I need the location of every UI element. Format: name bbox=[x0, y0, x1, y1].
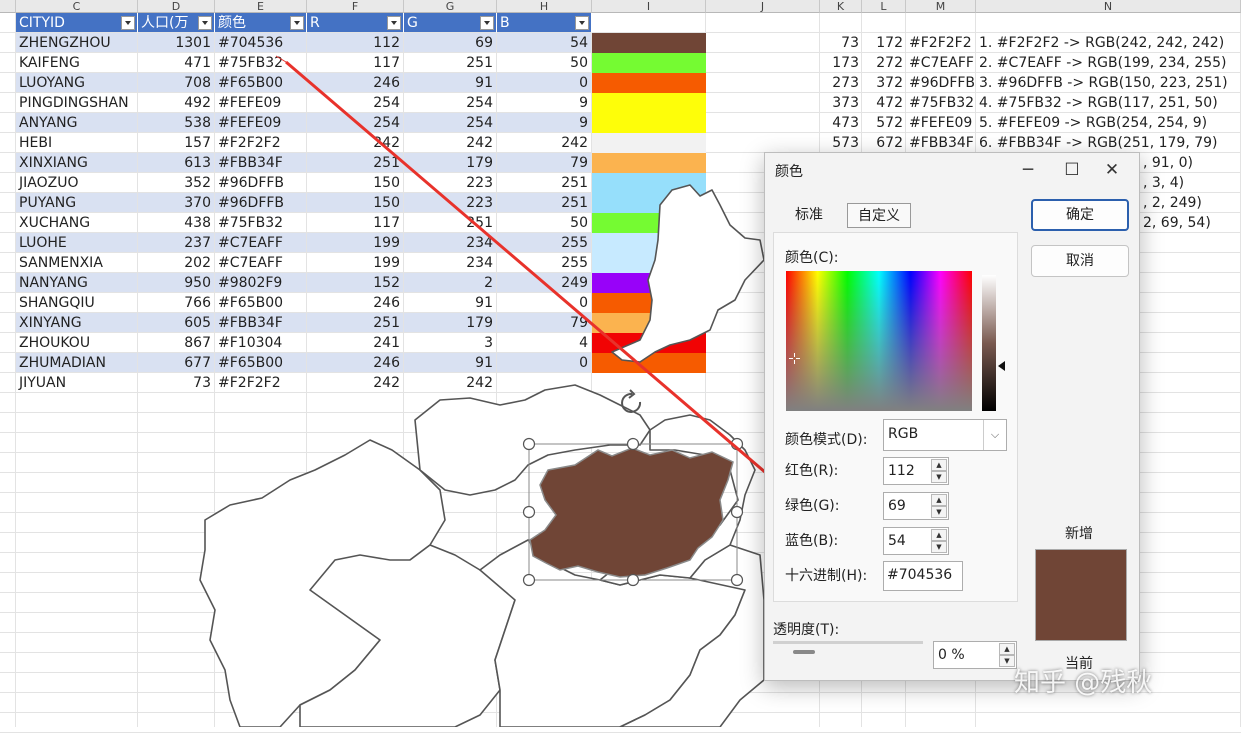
new-color-swatch bbox=[1035, 549, 1127, 641]
blue-spinner[interactable]: 54 ▲ ▼ bbox=[883, 527, 949, 555]
tab-custom[interactable]: 自定义 bbox=[847, 203, 911, 228]
spin-down-icon[interactable]: ▼ bbox=[931, 471, 947, 483]
spin-up-icon[interactable]: ▲ bbox=[999, 643, 1015, 655]
mode-value: RGB bbox=[888, 426, 919, 442]
mode-select[interactable]: RGB ⌵ bbox=[883, 419, 1007, 451]
close-icon[interactable]: ✕ bbox=[1089, 153, 1135, 187]
dialog-title: 颜色 bbox=[775, 164, 803, 180]
map-region-north-strip bbox=[611, 184, 765, 363]
blue-label: 蓝色(B): bbox=[785, 533, 839, 549]
minimize-icon[interactable]: ─ bbox=[1005, 153, 1051, 187]
red-spinner[interactable]: 112 ▲ ▼ bbox=[883, 457, 949, 485]
transparency-slider-thumb[interactable] bbox=[793, 650, 815, 654]
color-spectrum[interactable] bbox=[786, 271, 972, 411]
chevron-down-icon: ⌵ bbox=[983, 420, 1006, 450]
color-label: 颜色(C): bbox=[785, 250, 839, 266]
resize-handle bbox=[522, 437, 536, 451]
spin-up-icon[interactable]: ▲ bbox=[931, 494, 947, 506]
blue-value: 54 bbox=[888, 533, 906, 549]
hex-label: 十六进制(H): bbox=[785, 568, 868, 584]
resize-handle bbox=[522, 573, 536, 587]
custom-panel: 颜色(C): 颜色模式(D): RGB ⌵ 红色(R): 112 ▲ ▼ 绿色(… bbox=[773, 232, 1018, 602]
cancel-button[interactable]: 取消 bbox=[1031, 245, 1129, 277]
spectrum-crosshair-icon bbox=[789, 353, 800, 364]
red-label: 红色(R): bbox=[785, 463, 839, 479]
resize-handle bbox=[522, 505, 536, 519]
spin-down-icon[interactable]: ▼ bbox=[931, 541, 947, 553]
resize-handle bbox=[626, 573, 640, 587]
green-label: 绿色(G): bbox=[785, 498, 840, 514]
red-value: 112 bbox=[888, 463, 915, 479]
new-color-label: 新增 bbox=[1065, 526, 1093, 542]
spin-down-icon[interactable]: ▼ bbox=[931, 506, 947, 518]
resize-handle bbox=[626, 437, 640, 451]
hex-input[interactable]: #704536 bbox=[883, 561, 963, 591]
tab-standard[interactable]: 标准 bbox=[773, 203, 845, 228]
transparency-label: 透明度(T): bbox=[773, 622, 840, 638]
hex-value: #704536 bbox=[887, 567, 953, 583]
luminance-pointer-icon[interactable] bbox=[998, 361, 1005, 371]
resize-handle bbox=[730, 505, 744, 519]
thin-arrow-line bbox=[275, 55, 287, 63]
transparency-spinner[interactable]: 0 % ▲ ▼ bbox=[933, 641, 1017, 669]
resize-handle bbox=[730, 573, 744, 587]
rotate-handle-icon bbox=[621, 389, 642, 413]
color-dialog: 颜色 ─ ☐ ✕ 标准 自定义 颜色(C): 颜色模式(D): RGB ⌵ 红色… bbox=[764, 152, 1140, 681]
green-spinner[interactable]: 69 ▲ ▼ bbox=[883, 492, 949, 520]
mode-label: 颜色模式(D): bbox=[785, 432, 868, 448]
transparency-track[interactable] bbox=[773, 641, 923, 644]
spin-up-icon[interactable]: ▲ bbox=[931, 529, 947, 541]
transparency-value: 0 % bbox=[938, 647, 965, 663]
ok-button[interactable]: 确定 bbox=[1031, 199, 1129, 231]
green-value: 69 bbox=[888, 498, 906, 514]
spin-up-icon[interactable]: ▲ bbox=[931, 459, 947, 471]
watermark: 知乎 @残秋 bbox=[1014, 668, 1153, 698]
luminance-bar[interactable] bbox=[982, 275, 996, 411]
spin-down-icon[interactable]: ▼ bbox=[999, 655, 1015, 667]
